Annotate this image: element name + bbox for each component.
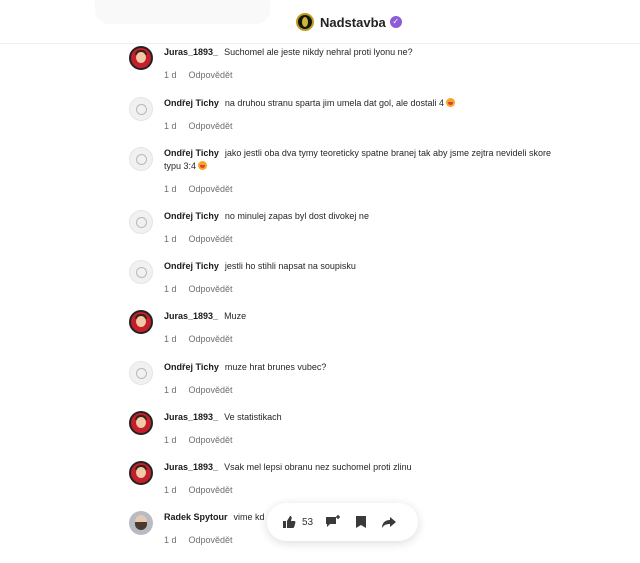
avatar[interactable]	[129, 210, 153, 234]
comment-time: 1 d	[164, 70, 177, 80]
comment-body: Muze	[224, 311, 247, 321]
brand[interactable]: Nadstavba ✓	[296, 11, 402, 33]
thumbs-up-icon	[283, 516, 296, 528]
avatar[interactable]	[129, 97, 153, 121]
comment-body: no minulej zapas byl dost divokej ne	[224, 211, 369, 221]
comment-time: 1 d	[164, 184, 177, 194]
comment-body: muze hrat brunes vubec?	[224, 362, 327, 372]
brand-name: Nadstavba	[320, 14, 386, 30]
comment-meta: 1 d Odpovědět	[164, 284, 233, 294]
avatar[interactable]	[129, 361, 153, 385]
avatar[interactable]	[129, 260, 153, 284]
avatar[interactable]	[129, 147, 153, 171]
laughing-emoji-icon	[446, 98, 455, 107]
comment-time: 1 d	[164, 535, 177, 545]
avatar[interactable]	[129, 46, 153, 70]
bookmark-icon	[356, 516, 367, 528]
share-button[interactable]	[381, 514, 397, 530]
brand-logo-icon	[296, 13, 314, 31]
comment-meta: 1 d Odpovědět	[164, 334, 233, 344]
post-action-bar: 53	[267, 503, 418, 541]
reply-button[interactable]: Odpovědět	[189, 385, 233, 395]
header-shadow	[95, 0, 270, 24]
add-comment-button[interactable]	[325, 514, 341, 530]
avatar[interactable]	[129, 461, 153, 485]
comment-text-line: Ondřej Tichy jestli ho stihli napsat na s…	[164, 260, 569, 273]
comment-text-line: Ondřej Tichy no minulej zapas byl dost di…	[164, 210, 569, 223]
comment-author[interactable]: Juras_1893_	[164, 47, 218, 57]
comment-meta: 1 d Odpovědět	[164, 485, 233, 495]
comment-author[interactable]: Ondřej Tichy	[164, 261, 219, 271]
like-count: 53	[302, 516, 314, 528]
comment-body: jestli ho stihli napsat na soupisku	[224, 261, 356, 271]
bookmark-button[interactable]	[353, 514, 369, 530]
comment-meta: 1 d Odpovědět	[164, 535, 233, 545]
comment-add-icon	[326, 515, 341, 527]
comment-body: vime kd	[233, 512, 265, 522]
comment-author[interactable]: Juras_1893_	[164, 462, 218, 472]
comment-author[interactable]: Juras_1893_	[164, 311, 218, 321]
comment-meta: 1 d Odpovědět	[164, 435, 233, 445]
comment-time: 1 d	[164, 121, 177, 131]
comment-body: na druhou stranu sparta jim umela dat go…	[224, 98, 444, 108]
comment-author[interactable]: Ondřej Tichy	[164, 98, 219, 108]
comment-meta: 1 d Odpovědět	[164, 234, 233, 244]
laughing-emoji-icon	[198, 161, 208, 170]
reply-button[interactable]: Odpovědět	[189, 234, 233, 244]
share-icon	[382, 517, 397, 528]
comment-body: Suchomel ale jeste nikdy nehral proti ly…	[224, 47, 413, 57]
comment-time: 1 d	[164, 385, 177, 395]
reply-button[interactable]: Odpovědět	[189, 121, 233, 131]
comment-author[interactable]: Ondřej Tichy	[164, 211, 219, 221]
comment-author[interactable]: Juras_1893_	[164, 412, 218, 422]
comment-time: 1 d	[164, 284, 177, 294]
avatar[interactable]	[129, 411, 153, 435]
comment-text-line: Juras_1893_ Muze	[164, 310, 569, 323]
comment-body: Vsak mel lepsi obranu nez suchomel proti…	[224, 462, 412, 472]
comment-text-line: Juras_1893_ Suchomel ale jeste nikdy nehr…	[164, 46, 569, 59]
comment-author[interactable]: Radek Spytour	[164, 512, 228, 522]
comment-time: 1 d	[164, 334, 177, 344]
verified-badge-icon: ✓	[389, 16, 402, 28]
reply-button[interactable]: Odpovědět	[189, 535, 233, 545]
comment-text-line: Ondřej Tichy na druhou stranu sparta jim …	[164, 97, 569, 110]
comment-meta: 1 d Odpovědět	[164, 385, 233, 395]
comment-meta: 1 d Odpovědět	[164, 70, 233, 80]
comment-meta: 1 d Odpovědět	[164, 184, 233, 194]
comment-author[interactable]: Ondřej Tichy	[164, 148, 219, 158]
comment-text-line: Ondřej Tichy jako jestli oba dva tymy teo…	[164, 147, 569, 173]
reply-button[interactable]: Odpovědět	[189, 184, 233, 194]
comment-meta: 1 d Odpovědět	[164, 121, 233, 131]
reply-button[interactable]: Odpovědět	[189, 334, 233, 344]
reply-button[interactable]: Odpovědět	[189, 284, 233, 294]
comment-time: 1 d	[164, 435, 177, 445]
comment-body: Ve statistikach	[224, 412, 282, 422]
reply-button[interactable]: Odpovědět	[189, 435, 233, 445]
comment-text-line: Ondřej Tichy muze hrat brunes vubec?	[164, 361, 569, 374]
comment-time: 1 d	[164, 234, 177, 244]
comment-time: 1 d	[164, 485, 177, 495]
reply-button[interactable]: Odpovědět	[189, 70, 233, 80]
comment-body: jako jestli oba dva tymy teoreticky spat…	[164, 148, 552, 171]
comment-author[interactable]: Ondřej Tichy	[164, 362, 219, 372]
comment-text-line: Juras_1893_ Ve statistikach	[164, 411, 569, 424]
avatar[interactable]	[129, 310, 153, 334]
like-button[interactable]: 53	[281, 514, 313, 530]
reply-button[interactable]: Odpovědět	[189, 485, 233, 495]
avatar[interactable]	[129, 511, 153, 535]
top-bar: Nadstavba ✓	[0, 0, 640, 44]
comment-text-line: Juras_1893_ Vsak mel lepsi obranu nez suc…	[164, 461, 569, 474]
